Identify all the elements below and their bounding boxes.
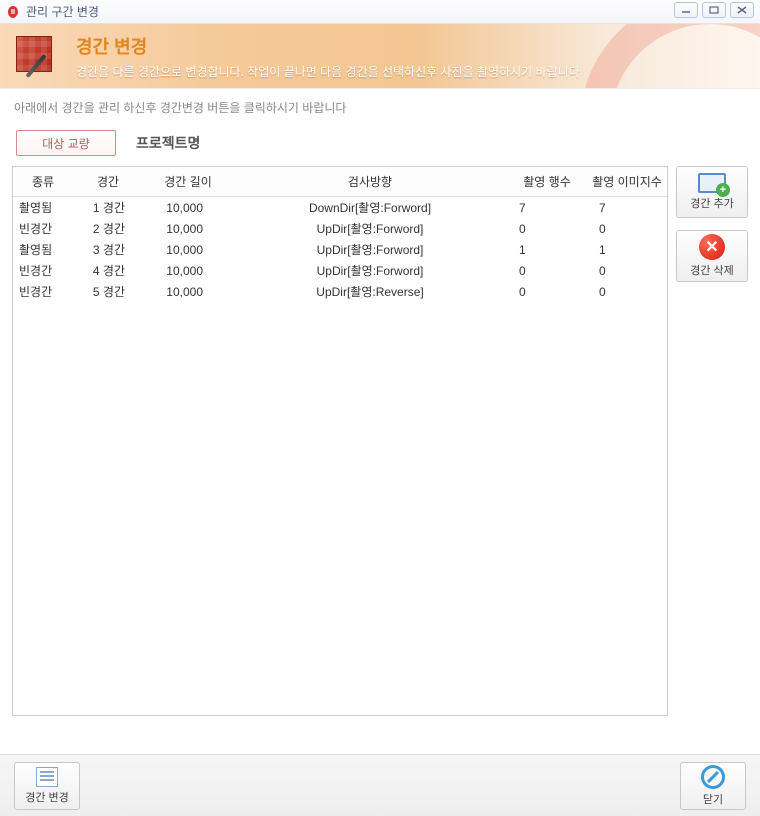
cell-rows: 0 (507, 281, 587, 302)
cell-length: 10,000 (143, 218, 233, 239)
add-span-label: 경간 추가 (690, 195, 734, 211)
cell-length: 10,000 (143, 260, 233, 281)
app-icon (6, 5, 20, 19)
delete-span-button[interactable]: ✕ 경간 삭제 (676, 230, 748, 282)
cell-type: 빈경간 (13, 281, 73, 302)
table-header-row: 종류 경간 경간 길이 검사방향 촬영 행수 촬영 이미지수 (13, 167, 667, 197)
header-icon (12, 32, 60, 80)
cell-rows: 0 (507, 218, 587, 239)
top-controls: 대상 교량 프로젝트명 (0, 130, 760, 166)
header-text: 경간 변경 경간을 다른 경간으로 변경합니다. 작업이 끝나면 다음 경간을 … (76, 33, 580, 80)
table-row[interactable]: 촬영됨3 경간10,000UpDir[촬영:Forword]11 (13, 239, 667, 260)
header-banner: 경간 변경 경간을 다른 경간으로 변경합니다. 작업이 끝나면 다음 경간을 … (0, 24, 760, 88)
target-bridge-label: 대상 교량 (42, 135, 90, 152)
close-dialog-label: 닫기 (703, 791, 723, 807)
cell-span: 4 경간 (73, 260, 143, 281)
cell-direction: UpDir[촬영:Forword] (233, 260, 507, 281)
side-buttons: 경간 추가 ✕ 경간 삭제 (676, 166, 748, 716)
table-row[interactable]: 빈경간2 경간10,000UpDir[촬영:Forword]00 (13, 218, 667, 239)
cell-images: 0 (587, 281, 667, 302)
footer-bar: 경간 변경 닫기 (0, 754, 760, 816)
cell-type: 촬영됨 (13, 239, 73, 260)
cell-span: 3 경간 (73, 239, 143, 260)
close-dialog-button[interactable]: 닫기 (680, 762, 746, 810)
table-row[interactable]: 촬영됨1 경간10,000DownDir[촬영:Forword]77 (13, 197, 667, 219)
change-span-button[interactable]: 경간 변경 (14, 762, 80, 810)
cell-type: 촬영됨 (13, 197, 73, 219)
header-title: 경간 변경 (76, 33, 580, 59)
document-icon (36, 767, 58, 787)
col-type: 종류 (13, 167, 73, 197)
change-span-label: 경간 변경 (25, 789, 69, 805)
cell-direction: DownDir[촬영:Forword] (233, 197, 507, 219)
target-bridge-button[interactable]: 대상 교량 (16, 130, 116, 156)
window-controls (674, 2, 754, 18)
cell-length: 10,000 (143, 239, 233, 260)
project-name-label: 프로젝트명 (136, 133, 200, 153)
span-table-container: 종류 경간 경간 길이 검사방향 촬영 행수 촬영 이미지수 촬영됨1 경간10… (12, 166, 668, 716)
minimize-button[interactable] (674, 2, 698, 18)
instruction-text: 아래에서 경간을 관리 하신후 경간변경 버튼을 클릭하시기 바랍니다 (0, 88, 760, 130)
maximize-button[interactable] (702, 2, 726, 18)
col-images: 촬영 이미지수 (587, 167, 667, 197)
cell-type: 빈경간 (13, 218, 73, 239)
window-titlebar: 관리 구간 변경 (0, 0, 760, 24)
cell-rows: 0 (507, 260, 587, 281)
monitor-plus-icon (698, 173, 726, 193)
cell-rows: 7 (507, 197, 587, 219)
close-circle-icon (701, 765, 725, 789)
add-span-button[interactable]: 경간 추가 (676, 166, 748, 218)
cell-direction: UpDir[촬영:Forword] (233, 239, 507, 260)
cell-rows: 1 (507, 239, 587, 260)
col-rows: 촬영 행수 (507, 167, 587, 197)
col-direction: 검사방향 (233, 167, 507, 197)
cell-images: 7 (587, 197, 667, 219)
cell-images: 0 (587, 260, 667, 281)
cell-length: 10,000 (143, 281, 233, 302)
cell-span: 1 경간 (73, 197, 143, 219)
cell-span: 2 경간 (73, 218, 143, 239)
col-span: 경간 (73, 167, 143, 197)
delete-span-label: 경간 삭제 (690, 262, 734, 278)
col-length: 경간 길이 (143, 167, 233, 197)
cell-span: 5 경간 (73, 281, 143, 302)
span-table[interactable]: 종류 경간 경간 길이 검사방향 촬영 행수 촬영 이미지수 촬영됨1 경간10… (13, 167, 667, 302)
close-button[interactable] (730, 2, 754, 18)
table-row[interactable]: 빈경간4 경간10,000UpDir[촬영:Forword]00 (13, 260, 667, 281)
cell-images: 0 (587, 218, 667, 239)
cell-direction: UpDir[촬영:Forword] (233, 218, 507, 239)
table-row[interactable]: 빈경간5 경간10,000UpDir[촬영:Reverse]00 (13, 281, 667, 302)
delete-icon: ✕ (699, 234, 725, 260)
header-subtitle: 경간을 다른 경간으로 변경합니다. 작업이 끝나면 다음 경간을 선택하신후 … (76, 63, 580, 80)
cell-images: 1 (587, 239, 667, 260)
window-title: 관리 구간 변경 (26, 3, 99, 20)
cell-direction: UpDir[촬영:Reverse] (233, 281, 507, 302)
cell-type: 빈경간 (13, 260, 73, 281)
cell-length: 10,000 (143, 197, 233, 219)
